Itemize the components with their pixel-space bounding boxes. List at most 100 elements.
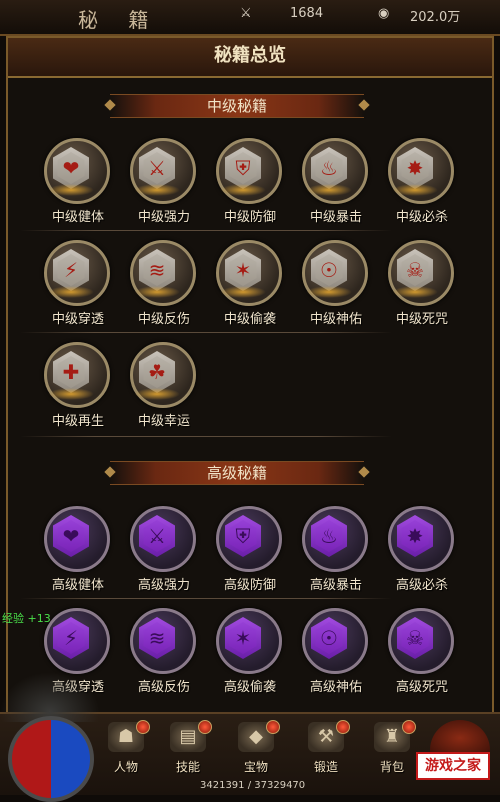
skill-label: 高级必杀 <box>395 578 448 593</box>
skill-label: 中级必杀 <box>395 210 448 225</box>
deathblow-rune-icon: ✸ <box>406 156 424 180</box>
gem-glow <box>48 286 94 298</box>
skill-slot[interactable]: ☉ 中级神佑 <box>296 240 376 330</box>
luck-rune-icon: ☘ <box>148 360 166 384</box>
crit-rune-icon: ♨ <box>320 524 338 548</box>
skill-slot[interactable]: ⚔ 中级强力 <box>124 138 204 228</box>
nav-button[interactable]: ◆ 宝物 <box>226 718 286 778</box>
skill-label: 中级再生 <box>51 414 104 429</box>
top-bar: 秘 籍 ⚔ 1684 ◉ 202.0万 <box>0 0 500 36</box>
watermark-logo: 游戏之家 <box>416 752 490 780</box>
gem-glow <box>134 184 180 196</box>
skill-slot[interactable]: ⚔ 高级强力 <box>124 506 204 596</box>
ambush-rune-icon: ✶ <box>234 626 252 650</box>
skill-slot[interactable]: ✚ 中级再生 <box>38 342 118 432</box>
skill-label: 中级偷袭 <box>223 312 276 327</box>
skill-slot[interactable]: ✶ 中级偷袭 <box>210 240 290 330</box>
skill-label: 高级死咒 <box>395 680 448 695</box>
regen-rune-icon: ✚ <box>62 360 80 384</box>
nav-button[interactable]: ▤ 技能 <box>158 718 218 778</box>
exp-gain-text: 经验 +13 <box>2 612 51 625</box>
skill-slot[interactable]: ≋ 高级反伤 <box>124 608 204 698</box>
gem-glow <box>306 184 352 196</box>
gem-glow <box>220 286 266 298</box>
row-divider <box>20 436 392 437</box>
currency-2-value: 202.0万 <box>410 10 461 25</box>
heart-rune-icon: ❤ <box>62 524 80 548</box>
window-title: 秘 籍 <box>78 8 161 32</box>
row-divider <box>20 332 392 333</box>
nav-label: 背包 <box>379 760 404 774</box>
blessing-rune-icon: ☉ <box>320 626 338 650</box>
skill-label: 高级健体 <box>51 578 104 593</box>
reflect-rune-icon: ≋ <box>148 258 166 282</box>
gem-glow <box>220 184 266 196</box>
hp-mp-orb <box>8 716 94 802</box>
skill-slot[interactable]: ☠ 高级死咒 <box>382 608 462 698</box>
skill-label: 高级偷袭 <box>223 680 276 695</box>
shield-rune-icon: ⛨ <box>235 156 251 180</box>
skill-label: 中级强力 <box>137 210 190 225</box>
curse-rune-icon: ☠ <box>406 258 424 282</box>
nav-button[interactable]: ♜ 背包 <box>362 718 422 778</box>
gem-glow <box>392 184 438 196</box>
skill-label: 中级死咒 <box>395 312 448 327</box>
skill-label: 中级神佑 <box>309 312 362 327</box>
skill-label: 中级防御 <box>223 210 276 225</box>
gem-glow <box>134 388 180 400</box>
skill-slot[interactable]: ⛨ 中级防御 <box>210 138 290 228</box>
sword-rune-icon: ⚔ <box>148 524 166 548</box>
row-divider <box>20 598 392 599</box>
skill-slot[interactable]: ♨ 高级暴击 <box>296 506 376 596</box>
row-divider <box>20 230 392 231</box>
currency-1-value: 1684 <box>290 6 324 21</box>
shield-rune-icon: ⛨ <box>235 524 251 548</box>
skill-label: 高级暴击 <box>309 578 362 593</box>
reflect-rune-icon: ≋ <box>148 626 166 650</box>
exp-bar-value: 3421391 / 37329470 <box>200 780 306 791</box>
skill-slot[interactable]: ❤ 高级健体 <box>38 506 118 596</box>
nav-label: 人物 <box>113 760 138 774</box>
gem-glow <box>48 184 94 196</box>
skill-label: 中级穿透 <box>51 312 104 327</box>
notification-dot <box>402 720 416 734</box>
notification-dot <box>336 720 350 734</box>
pierce-rune-icon: ⚡ <box>63 258 79 282</box>
notification-dot <box>266 720 280 734</box>
gold-coin-icon: ◉ <box>378 6 390 21</box>
notification-dot <box>136 720 150 734</box>
skill-slot[interactable]: ☘ 中级幸运 <box>124 342 204 432</box>
skill-label: 高级反伤 <box>137 680 190 695</box>
gem-glow <box>306 286 352 298</box>
skill-label: 中级健体 <box>51 210 104 225</box>
gem-glow <box>392 286 438 298</box>
nav-label: 锻造 <box>313 760 338 774</box>
skill-slot[interactable]: ✸ 高级必杀 <box>382 506 462 596</box>
skill-slot[interactable]: ❤ 中级健体 <box>38 138 118 228</box>
skill-slot[interactable]: ⛨ 高级防御 <box>210 506 290 596</box>
panel-title: 秘籍总览 <box>8 38 492 78</box>
skill-label: 高级神佑 <box>309 680 362 695</box>
skill-slot[interactable]: ☉ 高级神佑 <box>296 608 376 698</box>
section-banner-high: 高级秘籍 <box>110 461 364 485</box>
notification-dot <box>198 720 212 734</box>
skill-slot[interactable]: ⚡ 中级穿透 <box>38 240 118 330</box>
skill-label: 中级暴击 <box>309 210 362 225</box>
skill-slot[interactable]: ≋ 中级反伤 <box>124 240 204 330</box>
crit-rune-icon: ♨ <box>320 156 338 180</box>
blessing-rune-icon: ☉ <box>320 258 338 282</box>
deathblow-rune-icon: ✸ <box>406 524 424 548</box>
skill-label: 高级强力 <box>137 578 190 593</box>
skill-slot[interactable]: ♨ 中级暴击 <box>296 138 376 228</box>
nav-button[interactable]: ⚒ 锻造 <box>296 718 356 778</box>
sword-rune-icon: ⚔ <box>148 156 166 180</box>
skill-slot[interactable]: ✸ 中级必杀 <box>382 138 462 228</box>
curse-rune-icon: ☠ <box>406 626 424 650</box>
skill-slot[interactable]: ✶ 高级偷袭 <box>210 608 290 698</box>
gem-glow <box>134 286 180 298</box>
skill-slot[interactable]: ☠ 中级死咒 <box>382 240 462 330</box>
gem-glow <box>48 388 94 400</box>
skill-label: 中级幸运 <box>137 414 190 429</box>
heart-rune-icon: ❤ <box>62 156 80 180</box>
nav-button[interactable]: ☗ 人物 <box>96 718 156 778</box>
